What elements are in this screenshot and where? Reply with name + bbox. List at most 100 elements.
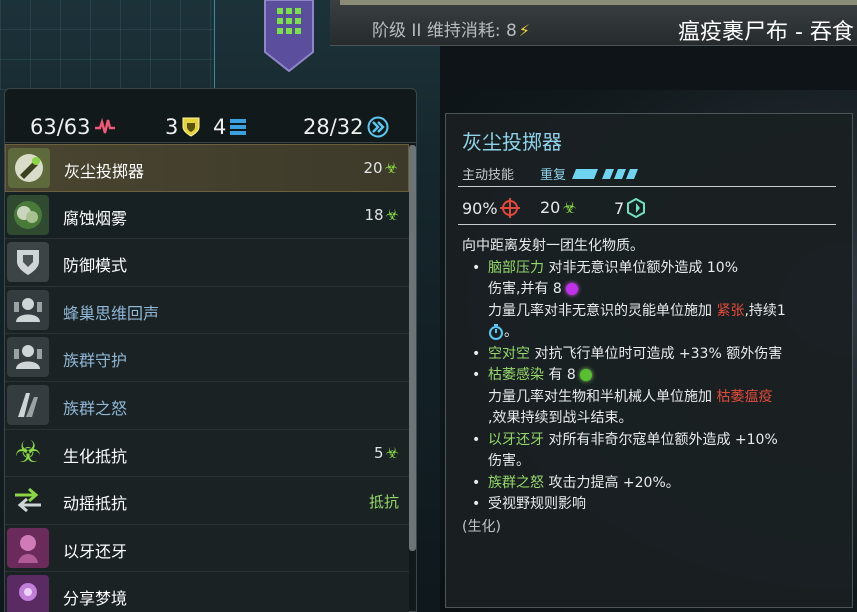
unit-panel: 63/63 3 4 28/32 灰尘投掷器 20 ☣ 腐蚀烟雾 18 ☣ 防御模… (4, 88, 417, 612)
ability-description: 向中距离发射一团生化物质。 (462, 238, 644, 254)
unit-stats-bar: 63/63 3 4 28/32 (5, 89, 416, 143)
bullet-line-of-sight: 受视野规则影响 (462, 494, 842, 516)
ability-row-shared-dream[interactable]: 分享梦境 (5, 572, 409, 612)
bullet-continuation: 力量几率对非无意识的灵能单位施加 紧张,持续1 (462, 301, 842, 323)
dust-thrower-icon (8, 148, 50, 188)
armor-shield-icon (181, 116, 201, 138)
unit-name: 瘟疫裹尸布 - 吞食 (678, 20, 854, 45)
cost-value: 5 (374, 443, 384, 462)
trait-name: 脑部压力 (488, 259, 544, 276)
cost-value: 18 (364, 205, 384, 224)
upkeep-label: 阶级 II 维持消耗: 8 (372, 21, 517, 41)
range-stat: 7 (614, 198, 646, 218)
ability-label: 腐蚀烟雾 (63, 208, 128, 228)
shield-stat: 4 (213, 115, 247, 139)
ability-row-defense-mode[interactable]: 防御模式 (5, 239, 409, 287)
background-grid (0, 0, 215, 90)
trait-text: 力量几率对非无意识的灵能单位施加 (488, 302, 717, 319)
ability-label: 蜂巢思维回声 (63, 303, 160, 323)
tooltip-title: 灰尘投掷器 (462, 130, 562, 154)
ability-label: 生化抵抗 (63, 446, 128, 466)
ability-label: 族群守护 (63, 351, 128, 371)
upkeep-cost: 阶级 II 维持消耗: 8 ⚡ (372, 16, 530, 41)
bullet-continuation: 伤害,并有 8 (462, 279, 842, 301)
repeat-tag: 重复 (540, 164, 650, 183)
ability-label: 分享梦境 (63, 589, 128, 609)
bullet-swarm-fury: 族群之怒 攻击力提高 +20%。 (462, 473, 842, 495)
tooltip-description: 向中距离发射一团生化物质。 脑部压力 对非无意识单位额外造成 10% 伤害,并有… (462, 236, 842, 538)
ability-row-hivemind-echo[interactable]: 蜂巢思维回声 (5, 286, 409, 335)
hivemind-echo-icon (7, 289, 49, 330)
swarm-guard-icon (7, 337, 49, 378)
ability-list: 灰尘投掷器 20 ☣ 腐蚀烟雾 18 ☣ 防御模式 蜂巢思维回声 族群守护 族群… (5, 144, 409, 612)
bullet-air-to-air: 空对空 对抗飞行单位时可造成 +33% 额外伤害 (462, 344, 842, 366)
bullet-blight-infection: 枯萎感染 有 8 (462, 365, 842, 387)
trait-name: 族群之怒 (488, 474, 544, 491)
movement-value: 28/32 (303, 115, 364, 139)
bullet-continuation: ,效果持续到战斗结束。 (488, 410, 633, 426)
trait-text: 。 (504, 324, 518, 340)
trait-text: 受视野规则影响 (488, 496, 586, 512)
trait-name: 枯萎感染 (488, 367, 544, 383)
trait-text: 伤害,并有 8 (488, 281, 567, 297)
trait-text: 力量几率对生物和半机械人单位施加 (488, 388, 717, 405)
shield-layers-icon (229, 117, 247, 137)
armor-stat: 3 (165, 115, 201, 139)
shield-value: 4 (213, 115, 227, 139)
defense-mode-icon (7, 242, 49, 283)
ability-row-corrosive-smoke[interactable]: 腐蚀烟雾 18 ☣ (5, 191, 409, 240)
accuracy-value: 90% (462, 198, 498, 218)
bullet-continuation: 伤害。 (488, 453, 530, 469)
bio-orb-icon (580, 369, 593, 381)
ability-label: 防御模式 (63, 256, 128, 276)
biohazard-icon: ☣ (562, 198, 577, 217)
range-icon (626, 198, 646, 218)
bullet-continuation: 力量几率对生物和半机械人单位施加 枯萎瘟疫 (462, 387, 842, 409)
ability-row-tooth-for-tooth[interactable]: 以牙还牙 (5, 524, 409, 573)
ability-cost: 18 ☣ (364, 206, 399, 224)
corrosive-smoke-icon (7, 194, 49, 235)
header-stripe (340, 0, 857, 5)
ability-list-scrollbar[interactable] (409, 145, 416, 551)
ability-row-morale-resistance[interactable]: 动摇抵抗 抵抗 (5, 477, 409, 525)
biohazard-icon: ☣ (385, 443, 399, 462)
status-name: 枯萎瘟疫 (716, 388, 773, 405)
movement-stat: 28/32 (303, 115, 389, 139)
timer-icon (488, 324, 504, 340)
damage-value: 20 (540, 198, 561, 217)
bio-resistance-icon: ☣ (14, 434, 42, 470)
ability-label: 灰尘投掷器 (64, 162, 145, 181)
health-stat: 63/63 (30, 115, 116, 139)
tooltip-divider (458, 224, 836, 225)
damage-stat: 20 ☣ (540, 198, 577, 217)
ability-label: 族群之怒 (63, 398, 128, 418)
movement-icon (367, 116, 389, 138)
trait-name: 以牙还牙 (488, 431, 544, 448)
ability-row-bio-resistance[interactable]: ☣ 生化抵抗 5 ☣ (5, 429, 409, 478)
bullet-brain-pressure: 脑部压力 对非无意识单位额外造成 10% (462, 258, 842, 280)
status-name: 紧张 (716, 302, 745, 319)
psychic-orb-icon (566, 283, 579, 295)
ability-row-swarm-fury[interactable]: 族群之怒 (5, 381, 409, 430)
ability-row-dust-thrower[interactable]: 灰尘投掷器 20 ☣ (5, 144, 409, 192)
ability-label: 以牙还牙 (63, 541, 128, 561)
trait-text: ,持续1 (744, 302, 786, 319)
trait-text: 对抗飞行单位时可造成 +33% 额外伤害 (530, 345, 783, 362)
ability-label: 动摇抵抗 (63, 494, 128, 514)
biohazard-icon: ☣ (384, 159, 398, 177)
repeat-label: 重复 (540, 168, 567, 183)
range-value: 7 (614, 198, 625, 218)
trait-name: 空对空 (488, 345, 530, 362)
trait-text: 攻击力提高 +20%。 (544, 474, 680, 491)
tooltip-divider (458, 186, 836, 187)
cost-value: 20 (363, 159, 383, 177)
trait-text: 有 8 (544, 367, 576, 383)
crosshair-icon (499, 198, 520, 218)
ability-type: 主动技能 (462, 168, 515, 183)
trait-text: 对非无意识单位额外造成 10% (544, 259, 739, 276)
energy-icon: ⚡ (518, 21, 531, 40)
ability-cost: 抵抗 (369, 491, 399, 512)
tooltip-stats: 90% 20 ☣ 7 (462, 196, 842, 222)
ability-row-swarm-guard[interactable]: 族群守护 (5, 334, 409, 382)
rank-badge-icon[interactable] (263, 0, 315, 73)
